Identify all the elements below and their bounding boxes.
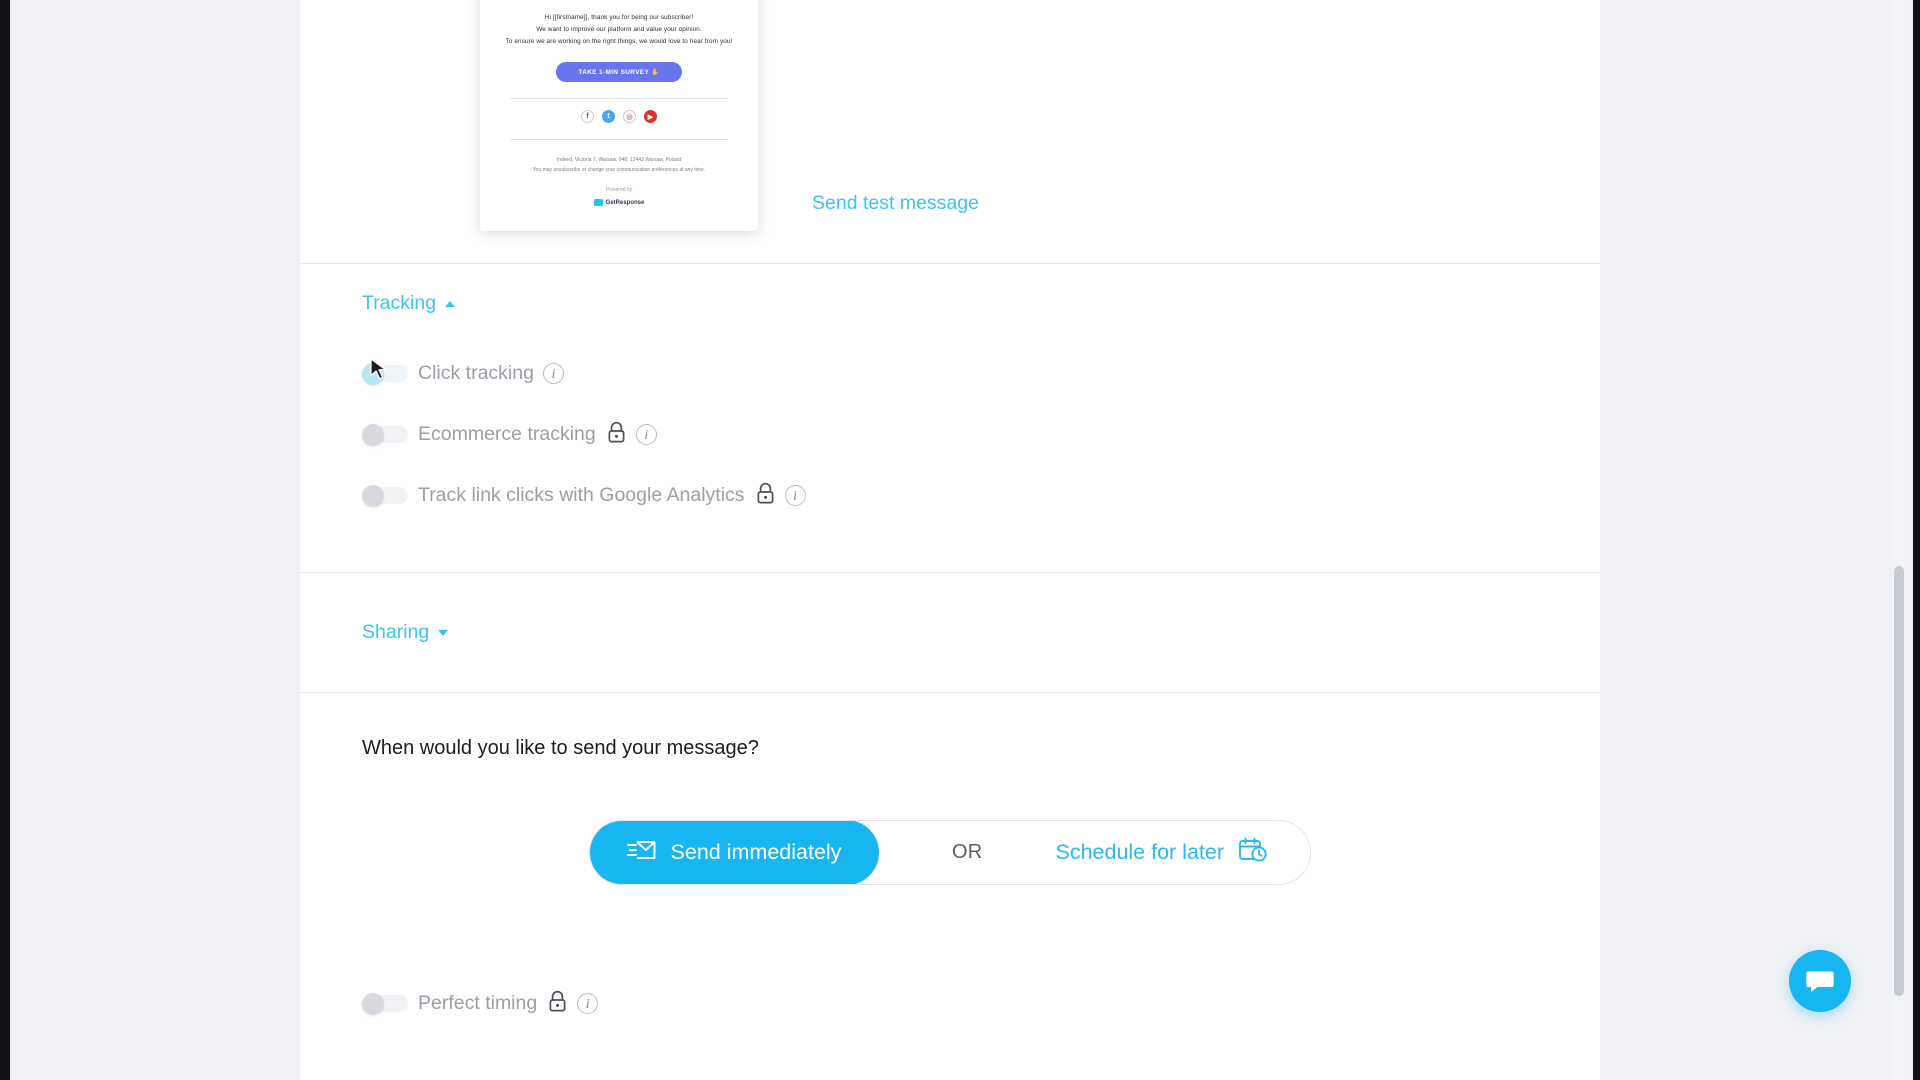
toggle-row-ecommerce-tracking[interactable]: Ecommerce tracking i xyxy=(300,404,1600,465)
caret-up-icon xyxy=(445,300,456,307)
info-icon[interactable]: i xyxy=(635,424,657,445)
ecommerce-tracking-switch[interactable] xyxy=(362,423,409,446)
tracking-section-toggle[interactable]: Tracking xyxy=(362,292,456,315)
brand-name: GetResponse xyxy=(605,199,645,206)
window-edge-right xyxy=(1913,0,1920,1080)
email-preview-body: to the table Hi [[firstname]], thank you… xyxy=(480,0,758,231)
email-divider-bottom xyxy=(510,139,728,140)
app-scroll-area: to the table Hi [[firstname]], thank you… xyxy=(10,0,1913,1080)
toggle-row-perfect-timing[interactable]: Perfect timing i xyxy=(300,973,1600,1034)
perfect-timing-switch[interactable] xyxy=(362,992,409,1015)
perfect-timing-label: Perfect timing xyxy=(418,992,538,1014)
tracking-header-wrap: Tracking xyxy=(300,292,1600,315)
schedule-or-label: OR xyxy=(951,841,983,863)
info-icon[interactable]: i xyxy=(542,363,564,384)
twitter-icon[interactable]: t xyxy=(602,110,615,123)
email-body-line-1: Hi [[firstname]], thank you for being ou… xyxy=(544,14,694,22)
email-footer-address: Indeed, Victoria 7, Warsaw, 048, 12443 W… xyxy=(556,157,682,163)
perfect-timing-section: Perfect timing i xyxy=(300,885,1600,1070)
sharing-section: Sharing xyxy=(300,573,1600,693)
switch-knob xyxy=(362,362,384,385)
email-preview-card[interactable]: to the table Hi [[firstname]], thank you… xyxy=(480,0,758,231)
lock-icon xyxy=(606,421,627,449)
click-tracking-switch[interactable] xyxy=(362,362,409,385)
sharing-section-label: Sharing xyxy=(362,621,430,643)
schedule-for-later-label: Schedule for later xyxy=(1055,840,1224,864)
page-gutter-right xyxy=(1600,0,1913,1080)
chat-bubble-button[interactable] xyxy=(1789,950,1851,1012)
screen: to the table Hi [[firstname]], thank you… xyxy=(0,0,1920,1080)
info-icon[interactable]: i xyxy=(784,485,806,506)
info-icon[interactable]: i xyxy=(577,993,599,1014)
brand-logo-icon xyxy=(593,199,603,206)
send-email-icon xyxy=(626,838,657,868)
switch-knob xyxy=(362,992,384,1015)
window-edge-left xyxy=(0,0,10,1080)
schedule-for-later-button[interactable]: Schedule for later xyxy=(1055,836,1310,870)
switch-knob xyxy=(362,484,384,507)
chat-bubble-icon xyxy=(1806,971,1834,992)
google-analytics-label: Track link clicks with Google Analytics xyxy=(418,484,745,506)
caret-down-icon xyxy=(438,629,449,636)
calendar-clock-icon xyxy=(1238,836,1268,870)
email-body-line-3: To ensure we are working on the right th… xyxy=(505,38,733,46)
google-analytics-switch[interactable] xyxy=(362,484,409,507)
message-preview-section: to the table Hi [[firstname]], thank you… xyxy=(300,0,1600,264)
email-brand: GetResponse xyxy=(593,199,645,206)
main-content-column: to the table Hi [[firstname]], thank you… xyxy=(300,0,1600,1080)
facebook-icon[interactable]: f xyxy=(581,110,594,123)
youtube-icon[interactable]: ▶ xyxy=(644,110,657,123)
sharing-section-toggle[interactable]: Sharing xyxy=(362,621,449,644)
switch-knob xyxy=(362,423,384,446)
lock-icon xyxy=(547,990,568,1018)
email-divider-top xyxy=(510,98,728,99)
ecommerce-tracking-label: Ecommerce tracking xyxy=(418,423,596,445)
email-powered-label: Powered by xyxy=(605,187,633,193)
email-footer-unsub: You may unsubscribe or change your commu… xyxy=(532,167,706,173)
click-tracking-label: Click tracking xyxy=(418,362,534,384)
page-gutter-left xyxy=(10,0,300,1080)
email-social-row: f t ◎ ▶ xyxy=(496,110,742,123)
lock-icon xyxy=(755,482,776,510)
plan-card-wrap: Your current plan: Free Free plan has mo… xyxy=(300,1070,1600,1080)
schedule-section: When would you like to send your message… xyxy=(300,693,1600,885)
tracking-options-list: Click tracking i Ecommerce tracking i Tr… xyxy=(300,343,1600,526)
send-test-message-link[interactable]: Send test message xyxy=(812,192,979,215)
email-footer: Indeed, Victoria 7, Warsaw, 048, 12443 W… xyxy=(496,155,742,175)
send-immediately-label: Send immediately xyxy=(670,840,842,864)
email-cta-button[interactable]: TAKE 1-MIN SURVEY ✋ xyxy=(556,62,682,82)
schedule-question: When would you like to send your message… xyxy=(362,737,759,759)
toggle-row-google-analytics[interactable]: Track link clicks with Google Analytics … xyxy=(300,465,1600,526)
schedule-segmented-control: Send immediately OR Schedule for later xyxy=(589,820,1311,885)
send-immediately-button[interactable]: Send immediately xyxy=(590,821,879,884)
page-scrollbar-thumb[interactable] xyxy=(1894,566,1904,996)
toggle-row-click-tracking[interactable]: Click tracking i xyxy=(300,343,1600,404)
tracking-section-label: Tracking xyxy=(362,292,437,314)
schedule-choice-wrap: Send immediately OR Schedule for later xyxy=(300,820,1600,885)
instagram-icon[interactable]: ◎ xyxy=(623,110,636,123)
tracking-section: Tracking Click tracking i Ecommerce trac… xyxy=(300,264,1600,573)
email-body-line-2: We want to improve our platform and valu… xyxy=(536,26,702,34)
